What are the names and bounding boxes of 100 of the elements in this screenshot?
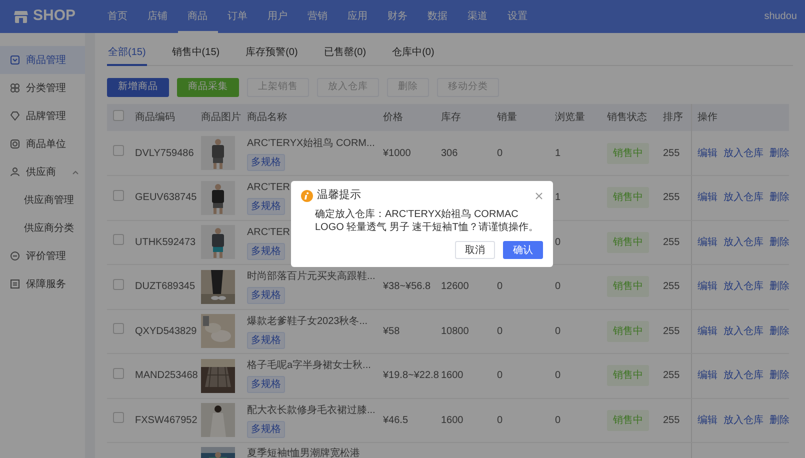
view-count: 0 [555, 414, 561, 426]
stock: 306 [441, 148, 458, 158]
product-name: 时尚部落百片元买夹高跟鞋... [247, 270, 376, 284]
product-name: 配大衣长款修身毛衣裙过膝... [247, 404, 376, 418]
action-link[interactable]: 删除 [770, 326, 790, 337]
stock: 1600 [441, 370, 464, 382]
product-name: ARC'TER [247, 226, 290, 240]
row-checkbox[interactable] [113, 412, 124, 424]
close-icon[interactable] [535, 192, 543, 200]
sidebar-item[interactable]: 商品单位 [0, 130, 85, 158]
action-link[interactable]: 编辑 [698, 192, 718, 204]
price: ¥19.8~¥22.8 [383, 370, 439, 382]
dialog-title: 温馨提示 [317, 189, 361, 202]
column-header: 商品编码 [135, 112, 175, 123]
action-link[interactable]: 删除 [770, 414, 790, 426]
nav-tab[interactable]: 渠道 [458, 0, 498, 33]
product-name: ARC'TERYX始祖鸟 CORM... [247, 136, 375, 150]
tab[interactable]: 已售罄(0) [322, 41, 368, 66]
tab[interactable]: 销售中(15) [170, 41, 221, 66]
action-link[interactable]: 放入仓库 [724, 236, 764, 248]
row-checkbox[interactable] [113, 190, 124, 201]
spec-tag: 多规格 [247, 154, 285, 170]
sort-order: 255 [663, 192, 680, 204]
tab[interactable]: 仓库中(0) [391, 41, 436, 66]
status-tag: 销售中 [607, 276, 649, 298]
nav-tab[interactable]: 数据 [418, 0, 458, 33]
toolbar-button[interactable]: 商品采集 [177, 78, 239, 97]
sales-count: 0 [497, 148, 503, 158]
toolbar-button[interactable]: 新增商品 [107, 78, 169, 97]
action-link[interactable]: 删除 [770, 370, 790, 382]
nav-tab[interactable]: 店铺 [138, 0, 178, 33]
sales-count: 0 [497, 281, 503, 292]
price: ¥46.5 [383, 414, 408, 426]
status-tag: 销售中 [607, 232, 649, 253]
sort-order: 255 [663, 236, 680, 248]
column-header: 销量 [497, 112, 517, 123]
action-link[interactable]: 放入仓库 [724, 414, 764, 426]
action-link[interactable]: 编辑 [698, 414, 718, 426]
action-link[interactable]: 放入仓库 [724, 326, 764, 337]
action-link[interactable]: 放入仓库 [724, 148, 764, 158]
column-header: 操作 [698, 112, 718, 123]
sales-count: 0 [497, 370, 503, 382]
action-link[interactable]: 编辑 [698, 326, 718, 337]
sidebar-item[interactable]: 保障服务 [0, 270, 85, 298]
sidebar-item[interactable]: 供应商 [0, 158, 85, 186]
action-link[interactable]: 编辑 [698, 148, 718, 158]
status-tag: 销售中 [607, 142, 649, 164]
spec-tag: 多规格 [247, 376, 285, 394]
nav-tab[interactable]: 设置 [498, 0, 538, 33]
square-icon [10, 139, 20, 149]
action-link[interactable]: 删除 [770, 192, 790, 204]
status-tag: 销售中 [607, 365, 649, 386]
user-name[interactable]: shudou [764, 9, 797, 24]
view-count: 1 [555, 192, 561, 204]
action-link[interactable]: 编辑 [698, 236, 718, 248]
sidebar-item[interactable]: 商品管理 [0, 46, 85, 74]
action-link[interactable]: 删除 [770, 281, 790, 292]
row-checkbox[interactable] [113, 234, 124, 246]
product-code: DVLY759486 [135, 148, 194, 158]
row-checkbox[interactable] [113, 278, 124, 290]
row-checkbox[interactable] [113, 323, 124, 334]
nav-tab[interactable]: 订单 [218, 0, 258, 33]
action-link[interactable]: 删除 [770, 148, 790, 158]
column-header: 浏览量 [555, 112, 585, 123]
action-link[interactable]: 删除 [770, 236, 790, 248]
sidebar-item[interactable]: 评价管理 [0, 242, 85, 270]
nav-tab[interactable]: 首页 [98, 0, 138, 33]
header-checkbox[interactable] [113, 110, 124, 120]
action-link[interactable]: 编辑 [698, 370, 718, 382]
info-icon [301, 190, 313, 202]
cancel-button[interactable]: 取消 [455, 241, 495, 259]
nav-tab[interactable]: 营销 [298, 0, 338, 33]
action-link[interactable]: 放入仓库 [724, 192, 764, 204]
product-code: FXSW467952 [135, 414, 198, 426]
product-name: 爆款老爹鞋子女2023秋冬... [247, 314, 368, 329]
nav-tab[interactable]: 用户 [258, 0, 298, 33]
product-code: GEUV638745 [135, 192, 197, 204]
sidebar-item[interactable]: 品牌管理 [0, 102, 85, 130]
nav-tab[interactable]: 应用 [338, 0, 378, 33]
row-checkbox[interactable] [113, 145, 124, 156]
product-code: DUZT689345 [135, 281, 196, 292]
tab[interactable]: 库存预警(0) [244, 41, 299, 66]
column-header: 销售状态 [607, 112, 647, 123]
price: ¥1000 [383, 148, 411, 158]
column-header: 价格 [383, 112, 403, 123]
sort-order: 255 [663, 414, 680, 426]
stock: 10800 [441, 326, 469, 337]
view-count: 0 [555, 326, 561, 337]
sidebar-subitem[interactable]: 供应商管理 [0, 186, 85, 214]
tab[interactable]: 全部(15) [107, 41, 147, 66]
action-link[interactable]: 放入仓库 [724, 281, 764, 292]
nav-tab[interactable]: 财务 [378, 0, 418, 33]
row-checkbox[interactable] [113, 368, 124, 379]
sidebar-item[interactable]: 分类管理 [0, 74, 85, 102]
sidebar-subitem[interactable]: 供应商分类 [0, 214, 85, 242]
action-link[interactable]: 编辑 [698, 281, 718, 292]
spec-tag: 多规格 [247, 420, 285, 438]
action-link[interactable]: 放入仓库 [724, 370, 764, 382]
column-header: 商品图片 [201, 112, 241, 123]
confirm-button[interactable]: 确认 [503, 241, 543, 259]
